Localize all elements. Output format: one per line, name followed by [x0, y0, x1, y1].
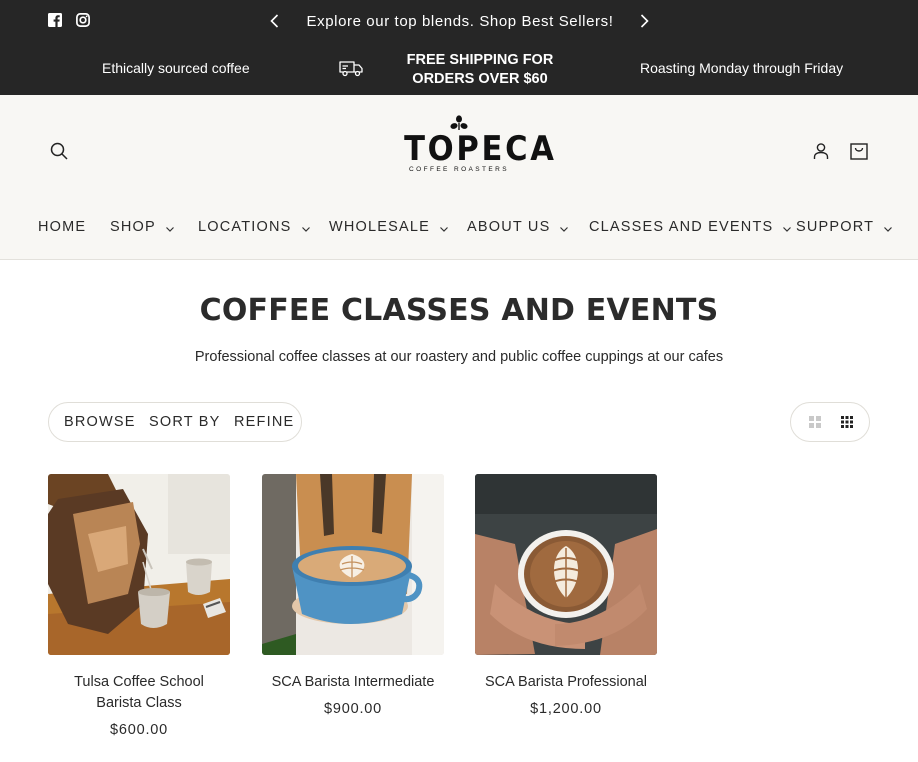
- site-header: TOPECA COFFEE ROASTERS HOME SHOP LOCATIO…: [0, 95, 918, 260]
- product-card[interactable]: Tulsa Coffee School Barista Class $600.0…: [48, 474, 230, 738]
- nav-item-label: SHOP: [110, 219, 156, 235]
- grid-small-icon[interactable]: [840, 415, 854, 429]
- nav-item-label: WHOLESALE: [329, 219, 431, 235]
- nav-item-locations[interactable]: LOCATIONS: [198, 219, 311, 235]
- refine-button[interactable]: REFINE: [234, 414, 294, 430]
- logo-wordmark: TOPECA: [404, 129, 557, 169]
- facebook-icon[interactable]: [48, 13, 62, 27]
- pour-over-kettle-photo[interactable]: [48, 474, 230, 655]
- page-subtitle: Professional coffee classes at our roast…: [194, 349, 724, 365]
- nav-item-label: CLASSES AND EVENTS: [589, 219, 774, 235]
- sort-by-button[interactable]: SORT BY: [149, 414, 221, 430]
- product-price: $600.00: [109, 722, 168, 738]
- nav-item-shop[interactable]: SHOP: [110, 219, 175, 235]
- product-price: $1,200.00: [530, 701, 602, 717]
- product-title[interactable]: SCA Barista Professional: [475, 672, 657, 693]
- main-navigation: HOME SHOP LOCATIONS WHOLESALE ABOUT US C…: [0, 219, 918, 247]
- chevron-down-icon: [439, 222, 449, 232]
- nav-item-home[interactable]: HOME: [38, 219, 86, 235]
- product-title[interactable]: SCA Barista Intermediate: [262, 672, 444, 693]
- nav-item-about-us[interactable]: ABOUT US: [467, 219, 569, 235]
- search-icon[interactable]: [48, 140, 70, 162]
- browse-button[interactable]: BROWSE: [64, 414, 136, 430]
- perk-free-shipping: FREE SHIPPING FOR ORDERS OVER $60: [380, 51, 580, 89]
- latte-art-hands-photo[interactable]: [475, 474, 657, 655]
- nav-item-label: LOCATIONS: [198, 219, 292, 235]
- grid-large-icon[interactable]: [808, 415, 822, 429]
- chevron-right-icon[interactable]: [636, 13, 652, 29]
- account-icon[interactable]: [810, 140, 832, 162]
- perks-row: Ethically sourced coffee FREE SHIPPING F…: [0, 42, 918, 95]
- site-logo[interactable]: TOPECA COFFEE ROASTERS: [398, 115, 557, 185]
- truck-icon: [338, 58, 364, 78]
- nav-item-classes-and-events[interactable]: CLASSES AND EVENTS: [589, 219, 792, 235]
- perk-roasting-days: Roasting Monday through Friday: [640, 60, 844, 76]
- page-title: COFFEE CLASSES AND EVENTS: [199, 293, 719, 328]
- nav-item-support[interactable]: SUPPORT: [796, 219, 893, 235]
- chevron-down-icon: [559, 222, 569, 232]
- nav-item-label: ABOUT US: [467, 219, 551, 235]
- perk-ethically-sourced: Ethically sourced coffee: [102, 60, 250, 76]
- latte-art-blue-cup-photo[interactable]: [262, 474, 444, 655]
- perk-free-shipping-line2: ORDERS OVER $60: [412, 71, 548, 87]
- chevron-down-icon: [165, 222, 175, 232]
- product-card[interactable]: SCA Barista Intermediate $900.00: [262, 474, 444, 717]
- chevron-down-icon: [301, 222, 311, 232]
- nav-item-wholesale[interactable]: WHOLESALE: [329, 219, 449, 235]
- product-card[interactable]: SCA Barista Professional $1,200.00: [475, 474, 657, 717]
- cart-icon[interactable]: [848, 140, 870, 162]
- instagram-icon[interactable]: [76, 13, 90, 27]
- filter-toolbar: BROWSE SORT BY REFINE: [48, 402, 302, 442]
- grid-view-toggle: [790, 402, 870, 442]
- product-price: $900.00: [323, 701, 382, 717]
- chevron-down-icon: [883, 222, 893, 232]
- nav-item-label: SUPPORT: [796, 219, 875, 235]
- social-links: [48, 13, 90, 27]
- perk-free-shipping-line1: FREE SHIPPING FOR: [406, 52, 554, 68]
- nav-item-label: HOME: [38, 219, 87, 235]
- announcement-message[interactable]: Explore our top blends. Shop Best Seller…: [306, 13, 613, 30]
- announcement-message-container: Explore our top blends. Shop Best Seller…: [260, 0, 660, 42]
- chevron-down-icon: [782, 222, 792, 232]
- product-title[interactable]: Tulsa Coffee School Barista Class: [48, 672, 230, 714]
- announcement-bar: Explore our top blends. Shop Best Seller…: [0, 0, 918, 95]
